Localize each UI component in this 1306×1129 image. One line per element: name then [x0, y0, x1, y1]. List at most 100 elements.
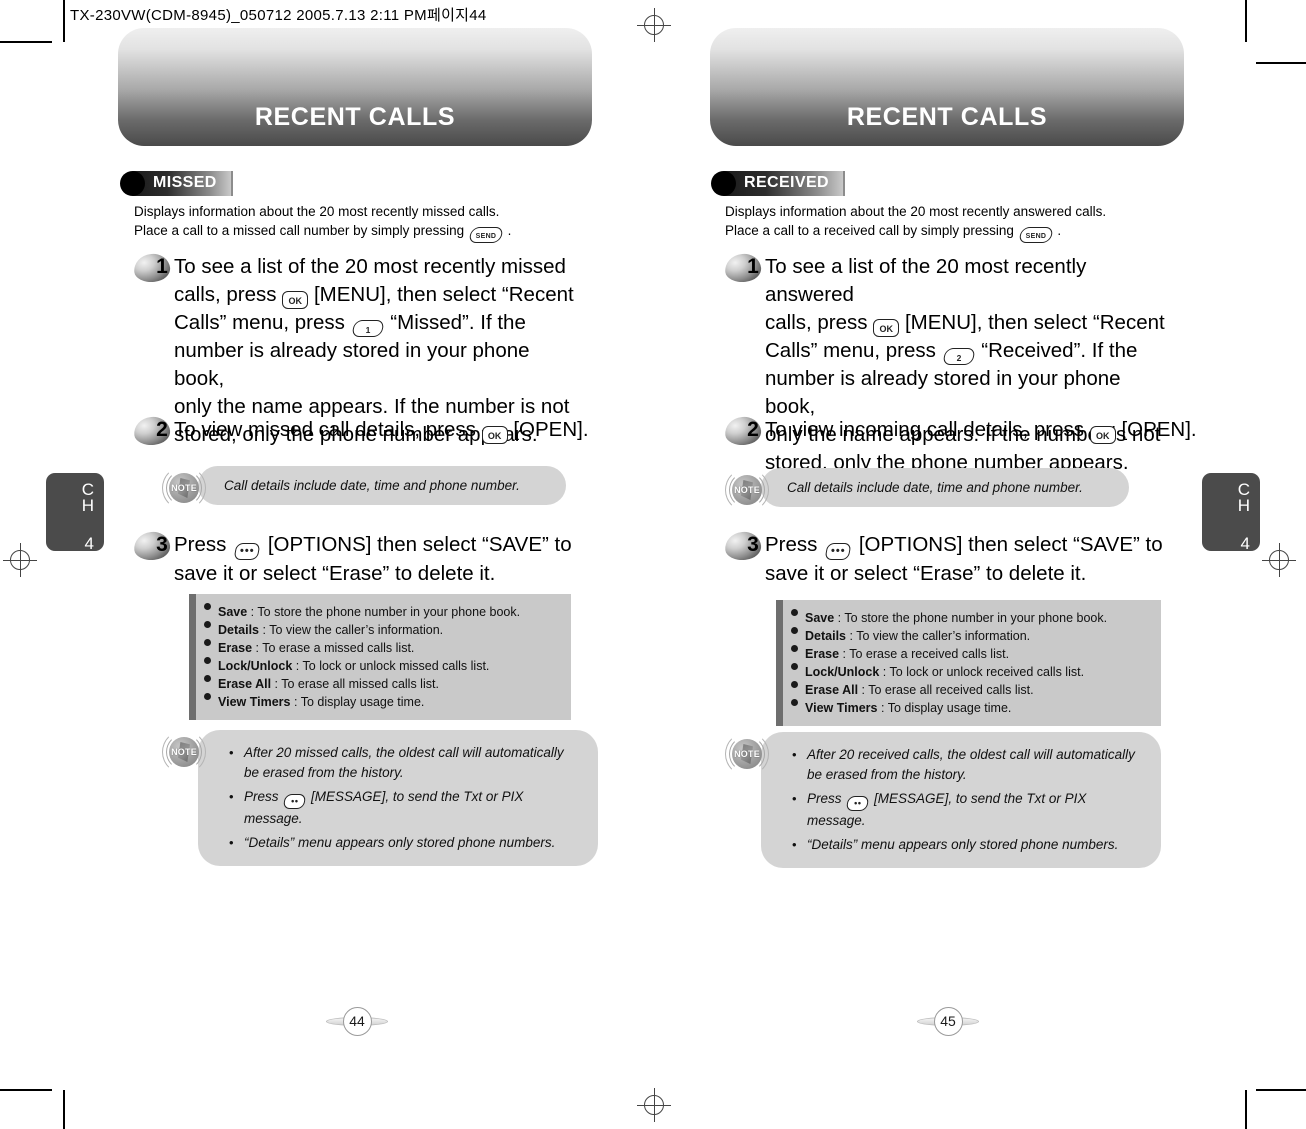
option-desc: : To erase all received calls list. [858, 683, 1034, 697]
option-name: Save [805, 611, 835, 625]
note-bullet: Press •• [MESSAGE], to send the Txt or P… [229, 787, 572, 829]
note-bullet: After 20 received calls, the oldest call… [792, 745, 1135, 785]
page-number-value: 44 [342, 1006, 372, 1036]
note-bullet-2a: Press [807, 791, 842, 806]
bullet-dot-icon [120, 170, 145, 196]
section-tag-missed: MISSED [120, 170, 233, 196]
option-row: Lock/Unlock : To lock or unlock missed c… [218, 657, 520, 675]
step-3: 3 Press ••• [OPTIONS] then select “SAVE”… [723, 530, 1165, 588]
option-row: Details : To view the caller’s informati… [218, 621, 520, 639]
note-bullet: After 20 missed calls, the oldest call w… [229, 743, 572, 783]
section-tag-received: RECEIVED [711, 170, 845, 196]
note-icon: NOTE [725, 732, 769, 776]
intro-line-2-before: Place a call to a missed call number by … [134, 223, 465, 238]
step-number: 2 [156, 418, 168, 441]
step-body: Press ••• [OPTIONS] then select “SAVE” t… [174, 530, 574, 588]
note-row-2: NOTE After 20 missed calls, the oldest c… [162, 730, 598, 866]
step-number-badge: 2 [723, 415, 765, 449]
option-row: View Timers : To display usage time. [218, 693, 520, 711]
note-pill: Call details include date, time and phon… [761, 468, 1129, 507]
option-desc: : To display usage time. [290, 695, 425, 709]
number-key-icon: 2 [941, 347, 976, 365]
option-desc: : To lock or unlock received calls list. [879, 665, 1085, 679]
step-number: 2 [747, 418, 759, 441]
bullet-icon [203, 693, 211, 700]
step2-line2: [OPEN]. [513, 418, 589, 441]
page-right: RECENT CALLS RECEIVED Displays informati… [686, 0, 1278, 1129]
option-desc: : To store the phone number in your phon… [834, 611, 1108, 625]
intro-paragraph: Displays information about the 20 most r… [134, 202, 511, 243]
option-desc: : To erase a received calls list. [839, 647, 1010, 661]
bullet-icon [790, 627, 798, 634]
note-row-2: NOTE After 20 received calls, the oldest… [725, 732, 1161, 868]
note-bullet: “Details” menu appears only stored phone… [792, 835, 1135, 855]
note-bullet-2a: Press [244, 789, 279, 804]
step1-line1: To see a list of the 20 most recently an… [765, 255, 1087, 306]
option-row: Save : To store the phone number in your… [218, 603, 520, 621]
note-bullet-3: “Details” menu appears only stored phone… [244, 834, 556, 850]
page-number-right: 45 [917, 1004, 979, 1038]
note-row-1: NOTE Call details include date, time and… [725, 468, 1129, 512]
options-list-box: Save : To store the phone number in your… [189, 594, 571, 720]
intro-line-2-after: . [1057, 223, 1062, 238]
option-name: Details [218, 623, 259, 637]
step1-line1: To see a list of the 20 most recently mi… [174, 255, 566, 278]
registration-mark-bottom [637, 1088, 671, 1122]
step-number-badge: 3 [723, 530, 765, 564]
note-icon-label: NOTE [171, 483, 197, 493]
note-bullet-3: “Details” menu appears only stored phone… [807, 836, 1119, 852]
option-desc: : To view the caller’s information. [259, 623, 444, 637]
options-key-icon: ••• [824, 543, 852, 560]
section-tag-label: MISSED [153, 174, 217, 191]
ok-key-icon: OK [873, 319, 900, 337]
send-key-icon: SEND [1017, 226, 1054, 243]
bullet-icon [203, 621, 211, 628]
chapter-label-h: H [81, 496, 94, 515]
step-number: 3 [156, 533, 168, 556]
note-pill: After 20 missed calls, the oldest call w… [198, 730, 598, 866]
step1-line4: number is already stored in your phone b… [765, 367, 1121, 418]
intro-paragraph: Displays information about the 20 most r… [725, 202, 1106, 243]
note-bullet: Press •• [MESSAGE], to send the Txt or P… [792, 789, 1135, 831]
bullet-icon [790, 663, 798, 670]
note-row-1: NOTE Call details include date, time and… [162, 466, 566, 510]
registration-mark-top [637, 8, 671, 42]
ok-key-icon: OK [481, 426, 508, 444]
step-number-badge: 3 [132, 530, 174, 564]
ok-key-icon: OK [1089, 426, 1116, 444]
step1-line3a: Calls” menu, press [765, 339, 936, 362]
option-desc: : To lock or unlock missed calls list. [292, 659, 490, 673]
step-2: 2 To view incoming call details, press O… [723, 415, 1205, 449]
option-name: View Timers [805, 701, 878, 715]
step1-line2b: [MENU], then select “Recent [313, 283, 574, 306]
bullet-icon [790, 681, 798, 688]
option-row: Save : To store the phone number in your… [805, 609, 1107, 627]
step3-line2: save it or select “Erase” to delete it. [174, 562, 496, 585]
ok-key-icon: OK [282, 291, 309, 309]
option-row: Erase : To erase a missed calls list. [218, 639, 520, 657]
note-pill: After 20 received calls, the oldest call… [761, 732, 1161, 868]
step-number: 1 [747, 255, 759, 278]
option-desc: : To store the phone number in your phon… [247, 605, 521, 619]
note-icon: NOTE [725, 468, 769, 512]
step-number-badge: 2 [132, 415, 174, 449]
option-name: Save [218, 605, 248, 619]
bullet-icon [203, 639, 211, 646]
section-tag-label: RECEIVED [744, 174, 829, 191]
option-desc: : To erase a missed calls list. [252, 641, 415, 655]
page-number-left: 44 [326, 1004, 388, 1038]
option-name: Details [805, 629, 846, 643]
step3-line1b: [OPTIONS] then select “SAVE” to [267, 533, 572, 556]
step-number-badge: 1 [132, 252, 174, 286]
page-title: RECENT CALLS [846, 103, 1048, 131]
note-pill: Call details include date, time and phon… [198, 466, 566, 505]
step1-line3a: Calls” menu, press [174, 311, 345, 334]
step2-line1: To view incoming call details, press [765, 418, 1085, 441]
step2-line1: To view missed call details, press [174, 418, 476, 441]
option-row: Lock/Unlock : To lock or unlock received… [805, 663, 1107, 681]
step-number: 3 [747, 533, 759, 556]
option-name: Erase All [805, 683, 859, 697]
note-bullet-line1: After 20 received calls, the oldest call… [807, 747, 1135, 762]
option-desc: : To erase all missed calls list. [271, 677, 439, 691]
step-2: 2 To view missed call details, press OK … [132, 415, 594, 449]
